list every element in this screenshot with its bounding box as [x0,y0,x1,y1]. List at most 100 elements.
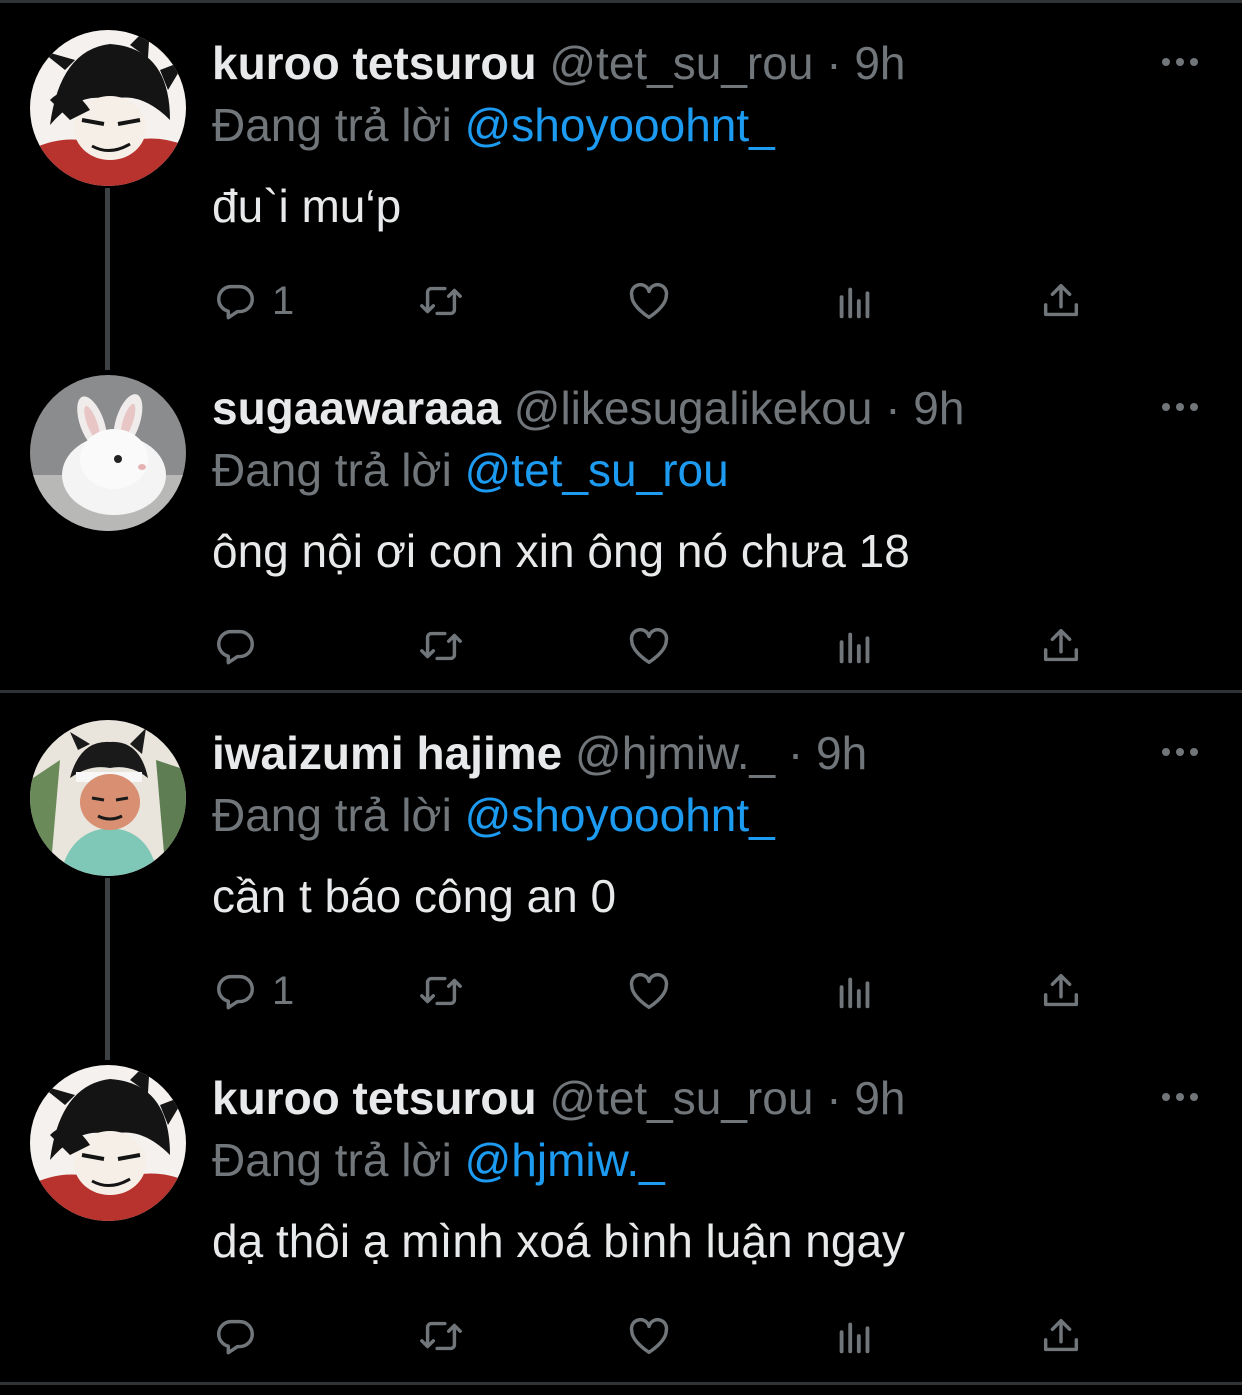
like-icon [629,1317,669,1355]
separator-dot: · [826,37,842,89]
replying-to: Đang trả lời @tet_su_rou [212,443,729,497]
more-options-button[interactable] [1158,395,1202,419]
tweet-header: iwaizumi hajime @hjmiw._ · 9h [212,726,867,780]
reply-count: 1 [272,279,295,323]
replying-to-label: Đang trả lời [212,789,452,841]
display-name[interactable]: iwaizumi hajime [212,727,562,779]
share-icon [1043,283,1079,317]
analytics-icon [839,1322,870,1354]
more-options-button[interactable] [1158,1085,1202,1109]
timestamp[interactable]: 9h [854,37,905,89]
more-dot-icon [1176,1093,1184,1101]
more-dot-icon [1162,1093,1170,1101]
more-options-button[interactable] [1158,740,1202,764]
tweet[interactable]: iwaizumi hajime @hjmiw._ · 9h Đang trả l… [0,690,1242,1060]
retweet-button[interactable] [418,1311,464,1361]
tweet[interactable]: kuroo tetsurou @tet_su_rou · 9h Đang trả… [0,0,1242,370]
tweet-text: ông nội ơi con xin ông nó chưa 18 [212,525,910,577]
user-handle[interactable]: @tet_su_rou [549,1072,813,1124]
avatar[interactable] [30,1065,186,1221]
retweet-button[interactable] [418,966,464,1016]
separator-dot: · [787,727,804,779]
reply-button[interactable] [212,1311,272,1361]
more-options-button[interactable] [1158,50,1202,74]
more-dot-icon [1176,58,1184,66]
more-dot-icon [1190,1093,1198,1101]
tweet-text: cần t báo công an 0 [212,870,617,922]
separator-dot: · [826,1072,842,1124]
replying-to: Đang trả lời @shoyooohnt_ [212,788,775,842]
retweet-icon [420,976,462,1006]
tweet-actions: 1 [212,966,1112,1016]
like-button[interactable] [626,621,672,671]
timestamp[interactable]: 9h [913,382,964,434]
more-dot-icon [1190,748,1198,756]
replying-to-label: Đang trả lời [212,99,452,151]
analytics-button[interactable] [832,1311,878,1361]
reply-mention-link[interactable]: @tet_su_rou [465,444,729,496]
more-dot-icon [1190,58,1198,66]
like-icon [629,972,669,1010]
analytics-icon [839,977,870,1009]
share-button[interactable] [1038,621,1084,671]
replying-to: Đang trả lời @shoyooohnt_ [212,98,775,152]
like-icon [629,627,669,665]
share-button[interactable] [1038,1311,1084,1361]
display-name[interactable]: kuroo tetsurou [212,1072,537,1124]
tweet-actions [212,621,1112,671]
analytics-button[interactable] [832,276,878,326]
retweet-button[interactable] [418,621,464,671]
like-icon [629,282,669,320]
kuroo-avatar-image [30,1065,186,1221]
reply-mention-link[interactable]: @hjmiw._ [465,1134,665,1186]
replying-to-label: Đang trả lời [212,444,452,496]
share-button[interactable] [1038,276,1084,326]
timestamp[interactable]: 9h [816,727,867,779]
reply-button[interactable] [212,621,272,671]
display-name[interactable]: kuroo tetsurou [212,37,537,89]
share-icon [1043,973,1079,1007]
analytics-button[interactable] [832,621,878,671]
reply-icon [217,284,254,320]
reply-mention-link[interactable]: @shoyooohnt_ [465,789,775,841]
retweet-icon [420,286,462,316]
tweet-actions [212,1311,1112,1361]
avatar[interactable] [30,720,186,876]
tweet[interactable]: kuroo tetsurou @tet_su_rou · 9h Đang trả… [0,1035,1242,1380]
retweet-icon [420,631,462,661]
user-handle[interactable]: @hjmiw._ [575,727,775,779]
tweet-text: dạ thôi ạ mình xoá bình luận ngay [212,1215,906,1267]
like-button[interactable] [626,1311,672,1361]
more-dot-icon [1176,403,1184,411]
tweet-header: sugaawaraaa @likesugalikekou · 9h [212,381,964,435]
iwaizumi-avatar-image [30,720,186,876]
replying-to-label: Đang trả lời [212,1134,452,1186]
more-dot-icon [1162,58,1170,66]
like-button[interactable] [626,276,672,326]
avatar[interactable] [30,375,186,531]
reply-button[interactable]: 1 [212,966,294,1016]
more-dot-icon [1190,403,1198,411]
analytics-button[interactable] [832,966,878,1016]
user-handle[interactable]: @tet_su_rou [549,37,813,89]
tweet[interactable]: sugaawaraaa @likesugalikekou · 9h Đang t… [0,345,1242,690]
reply-mention-link[interactable]: @shoyooohnt_ [465,99,775,151]
bunny-avatar-image [30,375,186,531]
retweet-button[interactable] [418,276,464,326]
tweet-header: kuroo tetsurou @tet_su_rou · 9h [212,36,905,90]
share-icon [1043,628,1079,662]
reply-icon [217,1319,254,1355]
more-dot-icon [1162,403,1170,411]
analytics-icon [839,287,870,319]
display-name[interactable]: sugaawaraaa [212,382,501,434]
reply-button[interactable]: 1 [212,276,294,326]
reply-icon [217,974,254,1010]
tweet-actions: 1 [212,276,1112,326]
more-dot-icon [1176,748,1184,756]
avatar[interactable] [30,30,186,186]
timestamp[interactable]: 9h [854,1072,905,1124]
like-button[interactable] [626,966,672,1016]
thread-connector-line [105,188,110,370]
user-handle[interactable]: @likesugalikekou [514,382,873,434]
share-button[interactable] [1038,966,1084,1016]
